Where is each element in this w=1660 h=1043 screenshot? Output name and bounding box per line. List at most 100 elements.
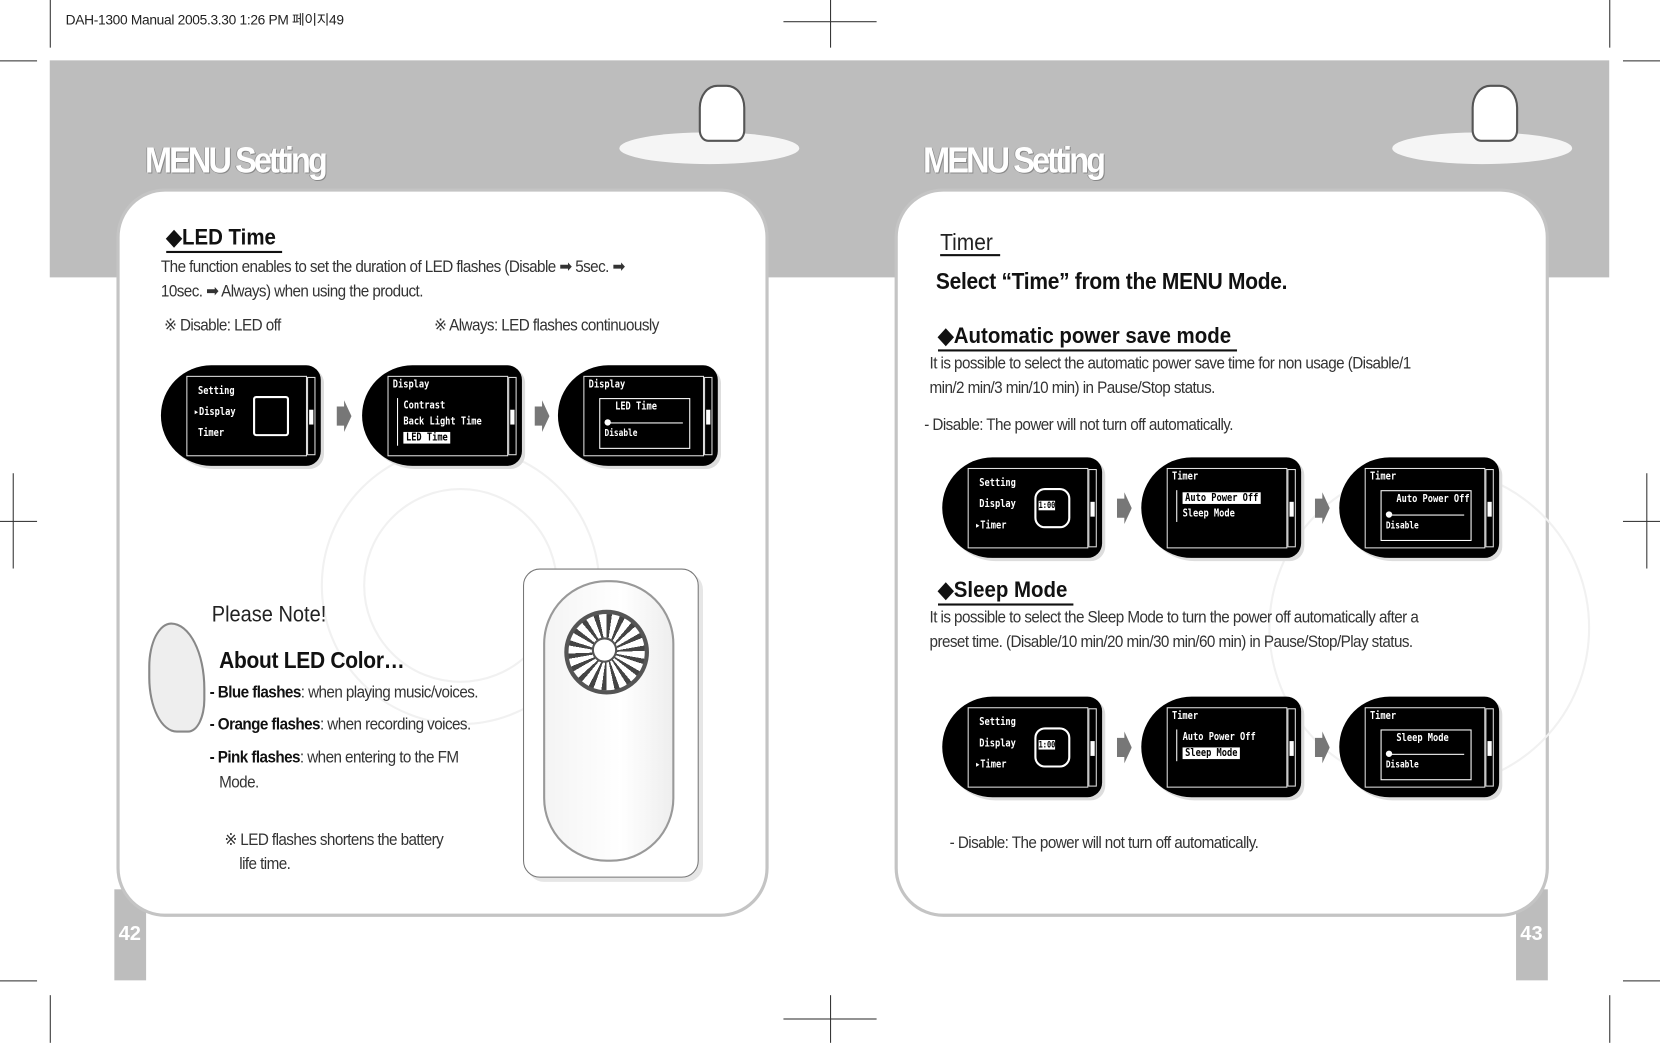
slider-knob — [604, 419, 611, 426]
lcd-frame: Timer Auto Power Off Disable — [1364, 467, 1494, 549]
registration-mark — [1622, 520, 1660, 522]
scrollbar — [1287, 708, 1296, 787]
watch-time: 1:00 — [1038, 740, 1056, 750]
registration-mark — [0, 520, 38, 522]
slider-knob — [1385, 511, 1393, 518]
color-text: : when entering to the FM — [299, 748, 459, 767]
lcd-menu-item: ▸Display — [193, 406, 236, 419]
battery-note: ※ LED flashes shortens the battery — [224, 831, 444, 850]
color-item: - Blue flashes: when playing music/voice… — [209, 681, 479, 705]
setting-label: Sleep Mode — [1396, 732, 1449, 745]
lcd-frame: Display Contrast Back Light Time LED Time — [387, 375, 517, 457]
color-label: - Orange flashes — [209, 715, 321, 734]
page-number: 42 — [118, 923, 141, 946]
color-label: - Pink flashes — [209, 748, 301, 767]
lcd-screen-menu: Setting Display ▸Timer 1:00 — [942, 696, 1103, 798]
crop-mark — [1609, 0, 1611, 48]
watch-time: 1:00 — [1038, 500, 1056, 511]
lcd-menu-item: Setting — [979, 477, 1016, 490]
color-item: - Pink flashes: when entering to the FM — [210, 745, 459, 769]
lcd-title: Display — [392, 379, 430, 391]
scroll-thumb — [1487, 741, 1492, 756]
lcd-frame: Timer Auto Power Off Sleep Mode — [1166, 467, 1296, 549]
lcd-frame: Setting Display ▸Timer 1:00 — [967, 467, 1097, 549]
color-label: - Blue flashes — [209, 683, 302, 702]
lcd-title: Timer — [1369, 471, 1397, 483]
auto-power-description: min/2 min/3 min/10 min) in Pause/Stop st… — [929, 379, 1216, 398]
note-always: ※ Always: LED flashes continuously — [434, 316, 659, 335]
lcd-title: Timer — [1171, 471, 1199, 483]
section-heading: ◆LED Time — [166, 226, 282, 254]
sleep-mode-note: - Disable: The power will not turn off a… — [949, 834, 1259, 853]
lcd-submenu-item: Auto Power Off — [1182, 731, 1256, 744]
watch-icon: 1:00 — [1034, 727, 1071, 768]
lcd-menu-item: Display — [979, 737, 1016, 750]
about-heading: About LED Color… — [219, 646, 405, 674]
lcd-frame: Setting Display ▸Timer 1:00 — [967, 707, 1097, 788]
lcd-frame: Display LED Time Disable — [583, 375, 713, 457]
led-center — [591, 637, 618, 663]
lcd-submenu-item: Auto Power Off — [1182, 492, 1261, 504]
setting-box: Auto Power Off Disable — [1380, 490, 1472, 541]
lcd-menu-item: ▸Timer — [975, 759, 1007, 771]
crop-mark — [1622, 60, 1660, 62]
lcd-screen-submenu: Timer Auto Power Off Sleep Mode — [1141, 457, 1302, 558]
crop-mark — [1609, 995, 1611, 1043]
setting-box: LED Time Disable — [599, 398, 691, 449]
right-arrow-icon — [336, 400, 352, 432]
scrollbar — [1485, 469, 1494, 548]
right-arrow-icon — [1314, 731, 1330, 764]
lcd-screen-menu: Setting Display ▸Timer 1:00 — [942, 457, 1103, 558]
registration-mark — [830, 995, 832, 1043]
device-illustration — [522, 568, 699, 878]
page-title: MENU Setting — [923, 140, 1106, 182]
crop-mark — [1622, 980, 1660, 982]
crop-mark — [0, 980, 38, 982]
right-arrow-icon — [1314, 492, 1330, 525]
scrollbar — [1088, 469, 1097, 548]
section-title: Timer — [940, 230, 1001, 257]
setting-value: Disable — [604, 428, 638, 440]
registration-mark — [1646, 473, 1648, 569]
scroll-thumb — [510, 409, 515, 425]
character-illustration — [138, 612, 212, 737]
please-note-label: Please Note! — [211, 602, 327, 627]
surfer-illustration — [619, 79, 820, 190]
lcd-screen-submenu: Display Contrast Back Light Time LED Time — [362, 365, 522, 466]
description: 10sec. ➡ Always) when using the product. — [160, 282, 424, 301]
scroll-thumb — [706, 409, 711, 425]
note-disable: ※ Disable: LED off — [164, 316, 281, 335]
lcd-frame: Setting ▸Display Timer — [186, 375, 316, 457]
setting-box: Sleep Mode Disable — [1380, 729, 1472, 781]
scroll-thumb — [309, 409, 314, 425]
lcd-menu-item: Timer — [197, 427, 225, 440]
registration-mark — [830, 0, 832, 48]
lcd-title: Timer — [1171, 710, 1199, 723]
lcd-submenu-item: Sleep Mode — [1182, 508, 1235, 520]
scroll-thumb — [1090, 741, 1095, 756]
color-item: - Orange flashes: when recording voices. — [209, 713, 472, 737]
monitor-icon — [253, 395, 290, 437]
lcd-submenu-item: LED Time — [403, 431, 451, 444]
lcd-screen-menu: Setting ▸Display Timer — [160, 365, 321, 466]
lcd-frame: Timer Auto Power Off Sleep Mode — [1166, 707, 1296, 788]
tree-line — [1176, 490, 1178, 522]
crop-mark — [49, 0, 51, 48]
lcd-submenu-item: Sleep Mode — [1182, 747, 1241, 760]
sleep-mode-description: preset time. (Disable/10 min/20 min/30 m… — [929, 633, 1414, 652]
scroll-thumb — [1289, 741, 1294, 756]
lcd-submenu-item: Back Light Time — [403, 416, 482, 428]
right-arrow-icon — [534, 400, 550, 432]
setting-label: LED Time — [615, 401, 657, 413]
auto-power-heading: ◆Automatic power save mode — [938, 324, 1237, 352]
color-item-continuation: Mode. — [219, 773, 259, 792]
right-arrow-icon — [1116, 492, 1132, 525]
right-arrow-icon — [1116, 731, 1132, 764]
page-number: 43 — [1520, 923, 1543, 946]
scroll-thumb — [1090, 501, 1095, 517]
slider-track — [606, 422, 683, 424]
lcd-frame: Timer Sleep Mode Disable — [1364, 707, 1494, 788]
scrollbar — [508, 376, 517, 456]
lcd-screen-slider: Timer Auto Power Off Disable — [1339, 457, 1500, 558]
surfer-illustration — [1392, 79, 1593, 190]
